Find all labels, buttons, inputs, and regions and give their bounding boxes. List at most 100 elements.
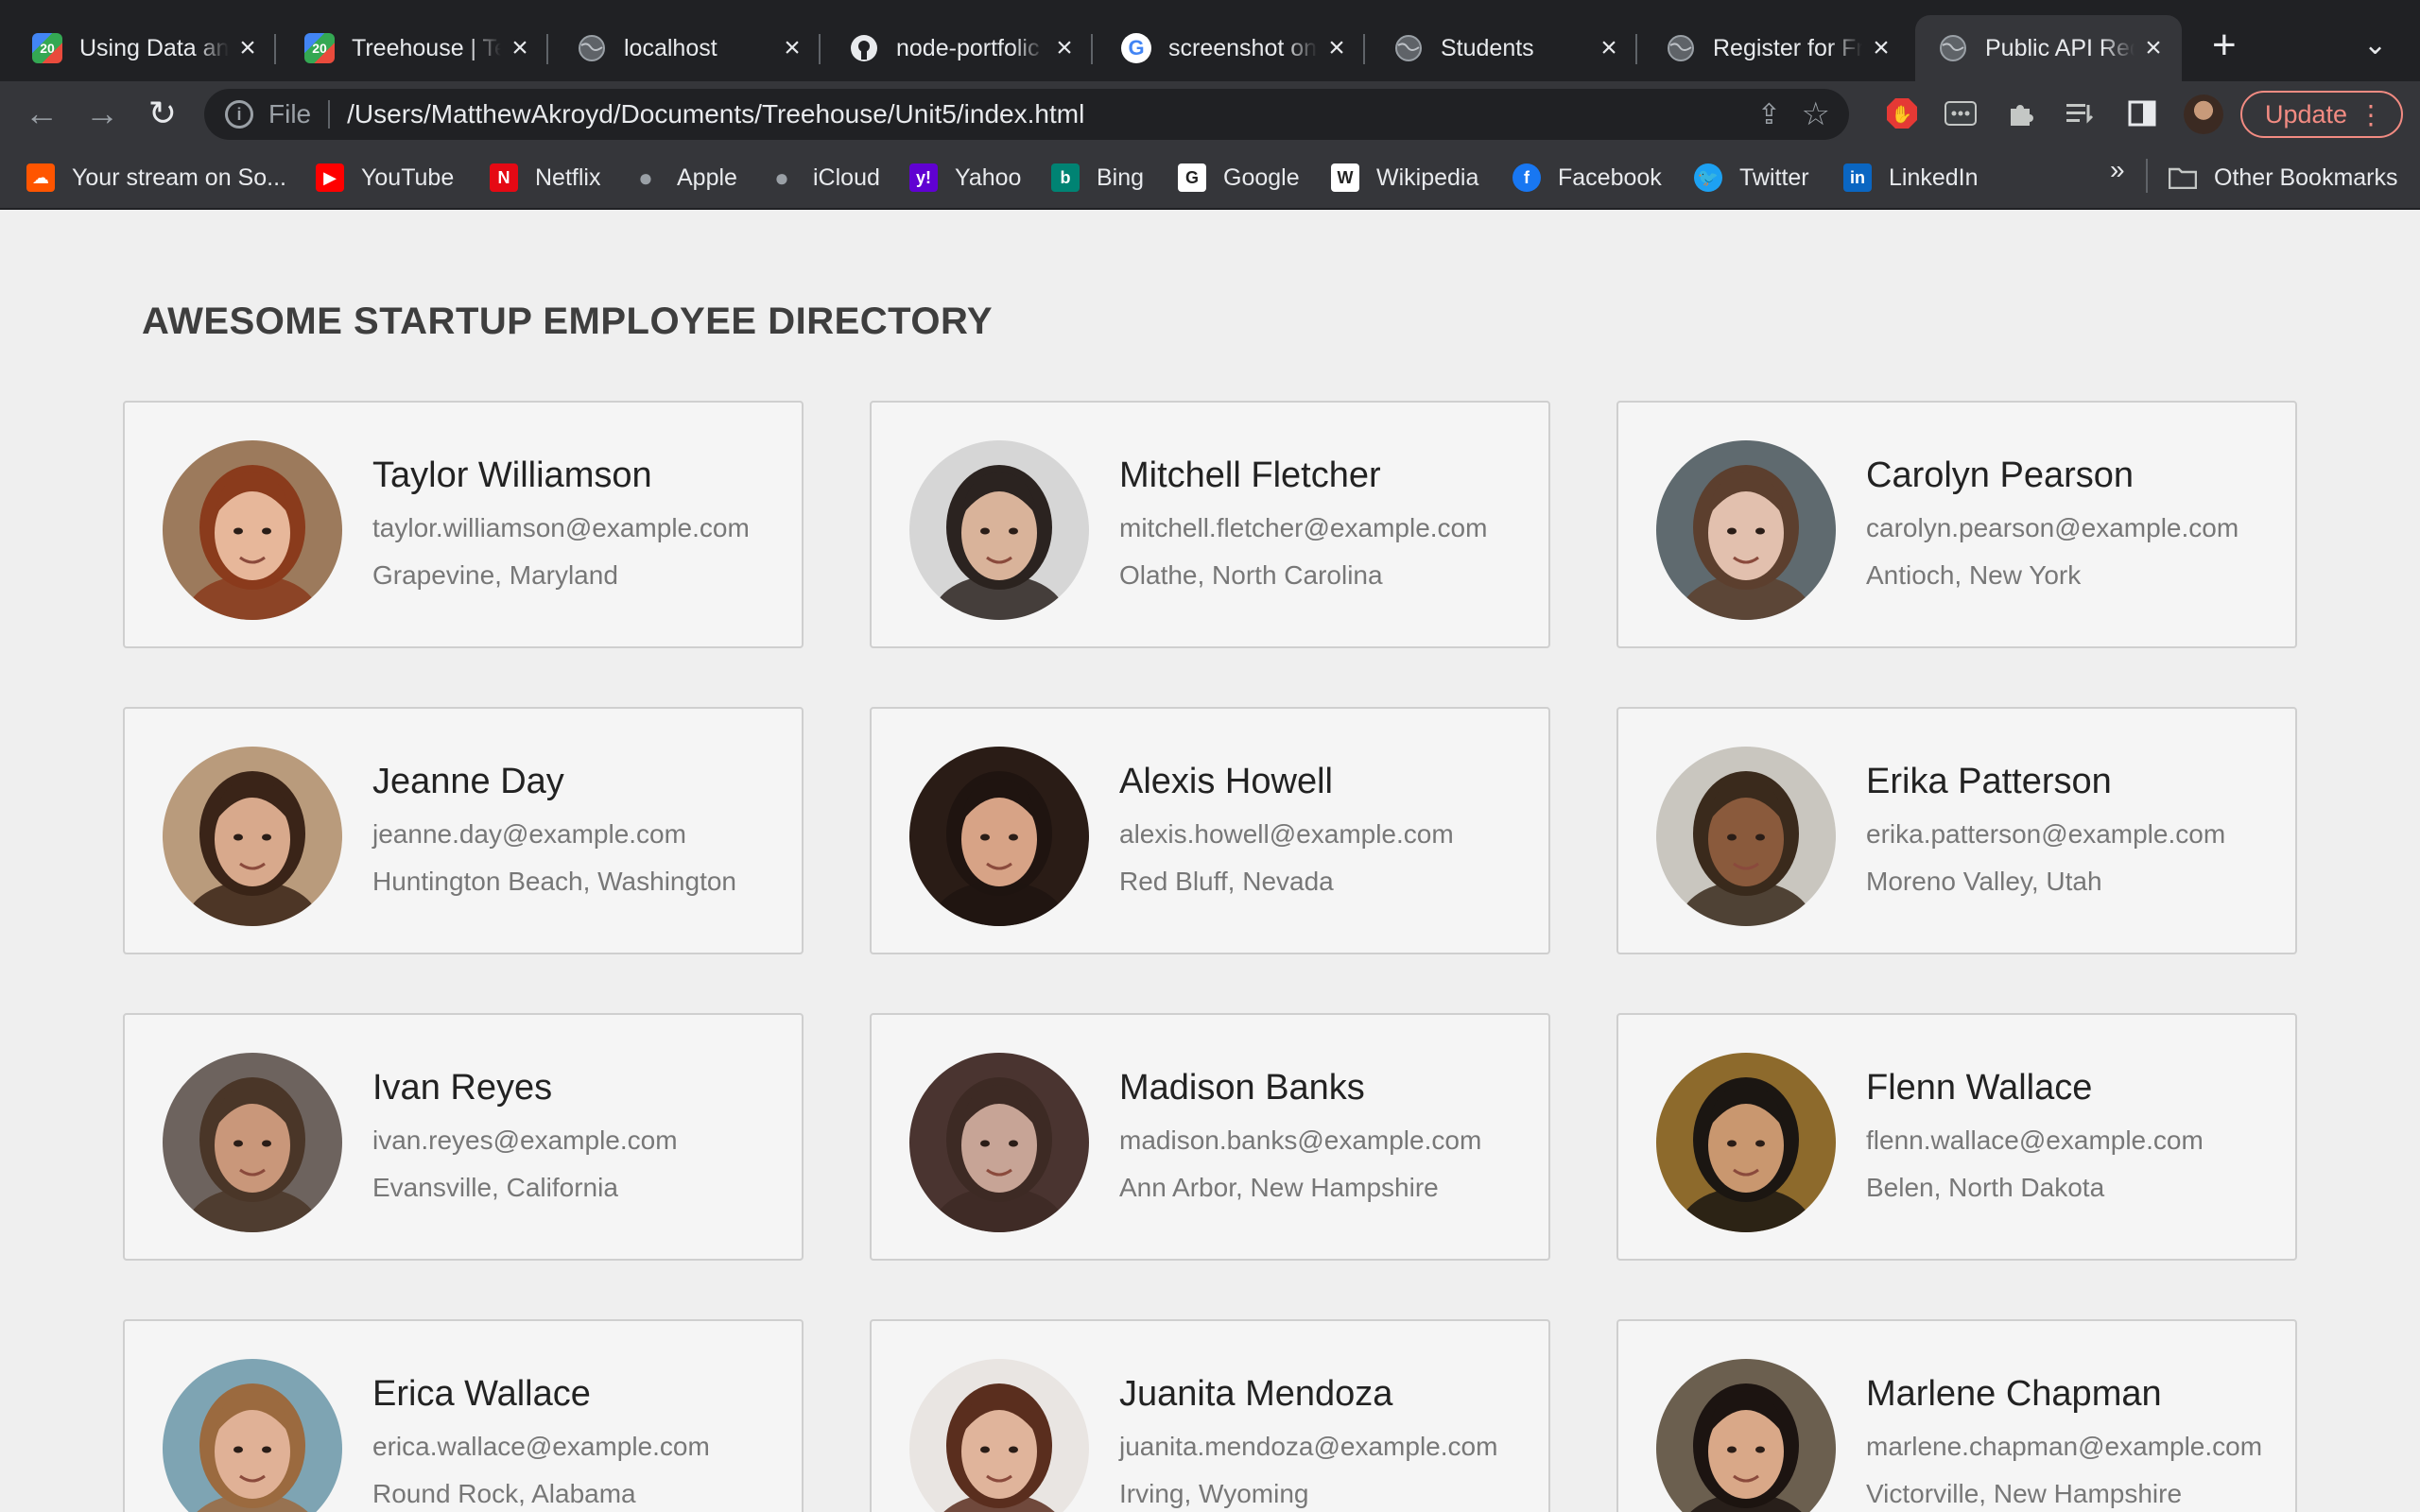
employee-email: ivan.reyes@example.com <box>372 1125 678 1155</box>
employee-email: madison.banks@example.com <box>1119 1125 1482 1155</box>
tab-title: Using Data an <box>79 34 229 61</box>
bookmark-label: iCloud <box>813 163 880 191</box>
employee-card[interactable]: Carolyn Pearson carolyn.pearson@example.c… <box>1616 401 2297 648</box>
employee-email: marlene.chapman@example.com <box>1866 1432 2263 1461</box>
side-panel-icon[interactable] <box>2123 94 2161 132</box>
youtube-icon: ▶ <box>316 163 344 192</box>
extension-dots-icon[interactable] <box>1942 94 1979 132</box>
bing-icon: b <box>1051 163 1080 192</box>
globe-icon <box>1393 33 1424 63</box>
bookmark-item[interactable]: ● Apple <box>631 159 737 197</box>
tab-separator <box>1363 34 1365 64</box>
browser-tab[interactable]: Register for Fr × <box>1643 15 1910 81</box>
employee-card[interactable]: Ivan Reyes ivan.reyes@example.com Evansvil… <box>123 1013 804 1261</box>
adblock-extension-icon[interactable]: ✋ <box>1883 94 1921 132</box>
employee-card[interactable]: Mitchell Fletcher mitchell.fletcher@examp… <box>870 401 1550 648</box>
bookmark-item[interactable]: N Netflix <box>490 159 600 197</box>
share-icon[interactable]: ⇪ <box>1757 98 1781 131</box>
reading-list-icon[interactable] <box>2061 94 2099 132</box>
bookmark-item[interactable]: b Bing <box>1051 159 1144 197</box>
employee-info: Marlene Chapman marlene.chapman@example.c… <box>1866 1374 2262 1509</box>
employee-card[interactable]: Marlene Chapman marlene.chapman@example.c… <box>1616 1319 2297 1512</box>
browser-tab[interactable]: Students × <box>1371 15 1637 81</box>
tab-separator <box>274 34 276 64</box>
tab-separator <box>546 34 548 64</box>
bookmark-label: Twitter <box>1739 163 1809 191</box>
employee-card[interactable]: Madison Banks madison.banks@example.com An… <box>870 1013 1550 1261</box>
close-tab-icon[interactable]: × <box>773 32 811 64</box>
forward-button[interactable]: → <box>78 89 127 138</box>
bookmark-item[interactable]: ☁ Your stream on So... <box>26 159 286 197</box>
reload-button[interactable]: ↻ <box>138 89 187 138</box>
close-tab-icon[interactable]: × <box>2135 32 2172 64</box>
employee-card[interactable]: Erica Wallace erica.wallace@example.com Ro… <box>123 1319 804 1512</box>
employee-location: Huntington Beach, Washington <box>372 867 736 896</box>
close-tab-icon[interactable]: × <box>1862 32 1900 64</box>
employee-info: Erica Wallace erica.wallace@example.com Ro… <box>372 1374 710 1509</box>
bookmark-star-icon[interactable]: ☆ <box>1802 95 1830 133</box>
bookmarks-overflow-icon[interactable]: » <box>2110 155 2125 185</box>
globe-icon <box>577 33 607 63</box>
close-tab-icon[interactable]: × <box>1046 32 1083 64</box>
new-tab-button[interactable]: + <box>2212 25 2237 66</box>
address-bar[interactable]: i File /Users/MatthewAkroyd/Documents/Tr… <box>204 89 1849 140</box>
browser-tab[interactable]: 20 Using Data an × <box>9 15 276 81</box>
browser-tab[interactable]: Public API Req × <box>1915 15 2182 81</box>
tab-separator <box>819 34 821 64</box>
browser-tab[interactable]: 20 Treehouse | Te × <box>282 15 548 81</box>
employee-location: Round Rock, Alabama <box>372 1479 636 1508</box>
bookmark-label: YouTube <box>361 163 455 191</box>
employee-name: Juanita Mendoza <box>1119 1374 1393 1414</box>
other-bookmarks-folder[interactable]: Other Bookmarks <box>2169 159 2398 197</box>
close-tab-icon[interactable]: × <box>501 32 539 64</box>
back-button[interactable]: ← <box>17 89 66 138</box>
close-tab-icon[interactable]: × <box>1590 32 1628 64</box>
bookmark-item[interactable]: y! Yahoo <box>909 159 1021 197</box>
browser-tab[interactable]: node-portfolic × <box>826 15 1093 81</box>
tab-search-chevron-icon[interactable]: ⌄ <box>2363 28 2387 61</box>
bookmark-label: Your stream on So... <box>72 163 286 191</box>
bookmark-item[interactable]: f Facebook <box>1512 159 1662 197</box>
bookmark-item[interactable]: 🐦 Twitter <box>1694 159 1809 197</box>
employee-location: Ann Arbor, New Hampshire <box>1119 1173 1439 1202</box>
more-menu-icon[interactable]: ⋮ <box>2358 99 2384 130</box>
employee-name: Erica Wallace <box>372 1374 591 1414</box>
profile-avatar[interactable] <box>2184 94 2223 134</box>
employee-photo <box>909 440 1089 620</box>
bookmark-item[interactable]: G Google <box>1178 159 1300 197</box>
employee-card[interactable]: Flenn Wallace flenn.wallace@example.com Be… <box>1616 1013 2297 1261</box>
url-text[interactable]: /Users/MatthewAkroyd/Documents/Treehouse… <box>347 99 1084 129</box>
facebook-icon: f <box>1512 163 1541 192</box>
employee-card[interactable]: Alexis Howell alexis.howell@example.com Re… <box>870 707 1550 954</box>
update-button[interactable]: Update ⋮ <box>2240 91 2403 138</box>
employee-location: Red Bluff, Nevada <box>1119 867 1334 896</box>
employee-card[interactable]: Juanita Mendoza juanita.mendoza@example.c… <box>870 1319 1550 1512</box>
tab-title: Treehouse | Te <box>352 34 501 61</box>
bookmark-label: LinkedIn <box>1889 163 1979 191</box>
globe-icon <box>1938 33 1968 63</box>
close-tab-icon[interactable]: × <box>1318 32 1356 64</box>
yahoo-icon: y! <box>909 163 938 192</box>
browser-tab[interactable]: Gscreenshot on × <box>1098 15 1365 81</box>
employee-photo <box>1656 440 1836 620</box>
employee-email: erika.patterson@example.com <box>1866 819 2226 849</box>
employee-email: taylor.williamson@example.com <box>372 513 750 542</box>
employee-card[interactable]: Jeanne Day jeanne.day@example.com Huntingt… <box>123 707 804 954</box>
close-tab-icon[interactable]: × <box>229 32 267 64</box>
bookmark-item[interactable]: W Wikipedia <box>1331 159 1478 197</box>
google-icon: G <box>1178 163 1206 192</box>
extensions-puzzle-icon[interactable] <box>2002 94 2040 132</box>
employee-card[interactable]: Erika Patterson erika.patterson@example.c… <box>1616 707 2297 954</box>
bookmarks-bar: ☁ Your stream on So... ▶ YouTube N Netflix ● Ap… <box>0 146 2420 210</box>
browser-tab[interactable]: localhost × <box>554 15 821 81</box>
employee-name: Marlene Chapman <box>1866 1374 2162 1414</box>
bookmark-item[interactable]: ▶ YouTube <box>316 159 454 197</box>
employee-photo <box>163 440 342 620</box>
employee-photo <box>1656 1359 1836 1512</box>
employee-card[interactable]: Taylor Williamson taylor.williamson@examp… <box>123 401 804 648</box>
employee-info: Erika Patterson erika.patterson@example.c… <box>1866 762 2225 897</box>
bookmark-item[interactable]: ● iCloud <box>768 159 880 197</box>
employee-name: Mitchell Fletcher <box>1119 455 1381 495</box>
bookmark-item[interactable]: in LinkedIn <box>1843 159 1979 197</box>
site-info-icon[interactable]: i <box>225 100 253 129</box>
